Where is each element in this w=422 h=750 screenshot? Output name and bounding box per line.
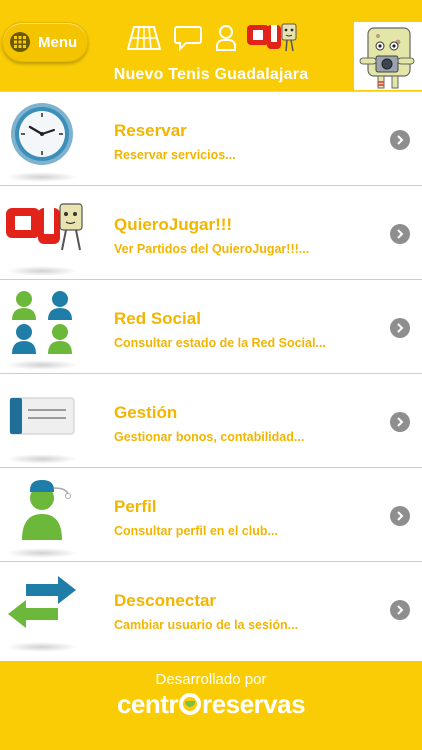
icon-shadow [6, 454, 78, 464]
menu-item-desconectar[interactable]: Desconectar Cambiar usuario de la sesión… [0, 561, 422, 655]
menu-item-title: Desconectar [114, 591, 217, 610]
footer: Desarrollado por centr reservas [0, 661, 422, 750]
menu-item-subtitle: Gestionar bonos, contabilidad... [114, 430, 305, 444]
icon-shadow [6, 360, 78, 370]
icon-shadow [6, 172, 78, 182]
court-icon[interactable] [126, 20, 162, 56]
menu-item-quierojugar[interactable]: QuieroJugar!!! Ver Partidos del QuieroJu… [0, 185, 422, 279]
clock-icon [6, 100, 78, 172]
icon-shadow [6, 642, 78, 652]
icon-shadow [6, 266, 78, 276]
avatar[interactable] [354, 22, 422, 90]
menu-button[interactable]: Menu [2, 22, 88, 62]
header-icon-bar [126, 20, 300, 56]
menu-item-subtitle: Ver Partidos del QuieroJugar!!!... [114, 242, 310, 256]
menu-item-title: Gestión [114, 403, 178, 422]
menu-item-gestion[interactable]: Gestión Gestionar bonos, contabilidad... [0, 373, 422, 467]
top-bar: Menu Nuevo Tenis Guadalajara [0, 0, 422, 91]
menu-item-title: Red Social [114, 309, 201, 328]
card-icon [6, 382, 78, 454]
chevron-right-icon [390, 412, 410, 432]
menu-item-title: QuieroJugar!!! [114, 215, 233, 234]
quierojugar-logo-icon[interactable] [246, 20, 300, 56]
menu-item-title: Perfil [114, 497, 157, 516]
main-menu-list: Reservar Reservar servicios... QuieroJug… [0, 91, 422, 655]
profile-icon [6, 476, 78, 548]
chevron-right-icon [390, 318, 410, 338]
menu-item-subtitle: Cambiar usuario de la sesión... [114, 618, 299, 632]
menu-item-perfil[interactable]: Perfil Consultar perfil en el club... [0, 467, 422, 561]
brand-ball-icon [179, 693, 202, 715]
developed-by-label: Desarrollado por [155, 671, 267, 688]
menu-grid-icon [10, 32, 30, 52]
user-icon[interactable] [212, 20, 240, 56]
quierojugar-icon [4, 194, 83, 266]
icon-shadow [6, 548, 78, 558]
swap-arrows-icon [6, 570, 78, 642]
chevron-right-icon [390, 506, 410, 526]
chevron-right-icon [390, 224, 410, 244]
menu-item-red-social[interactable]: Red Social Consultar estado de la Red So… [0, 279, 422, 373]
menu-button-label: Menu [38, 33, 78, 51]
brand-prefix: centr [116, 689, 179, 719]
chat-icon[interactable] [170, 20, 206, 56]
menu-item-subtitle: Reservar servicios... [114, 148, 236, 162]
menu-item-subtitle: Consultar estado de la Red Social... [114, 336, 326, 350]
menu-item-title: Reservar [114, 121, 187, 140]
menu-item-subtitle: Consultar perfil en el club... [114, 524, 278, 538]
chevron-right-icon [390, 600, 410, 620]
menu-item-reservar[interactable]: Reservar Reservar servicios... [0, 91, 422, 185]
brand-suffix: reservas [202, 689, 306, 719]
social-network-icon [6, 288, 78, 360]
brand-logo[interactable]: centr reservas [0, 689, 422, 720]
chevron-right-icon [390, 130, 410, 150]
